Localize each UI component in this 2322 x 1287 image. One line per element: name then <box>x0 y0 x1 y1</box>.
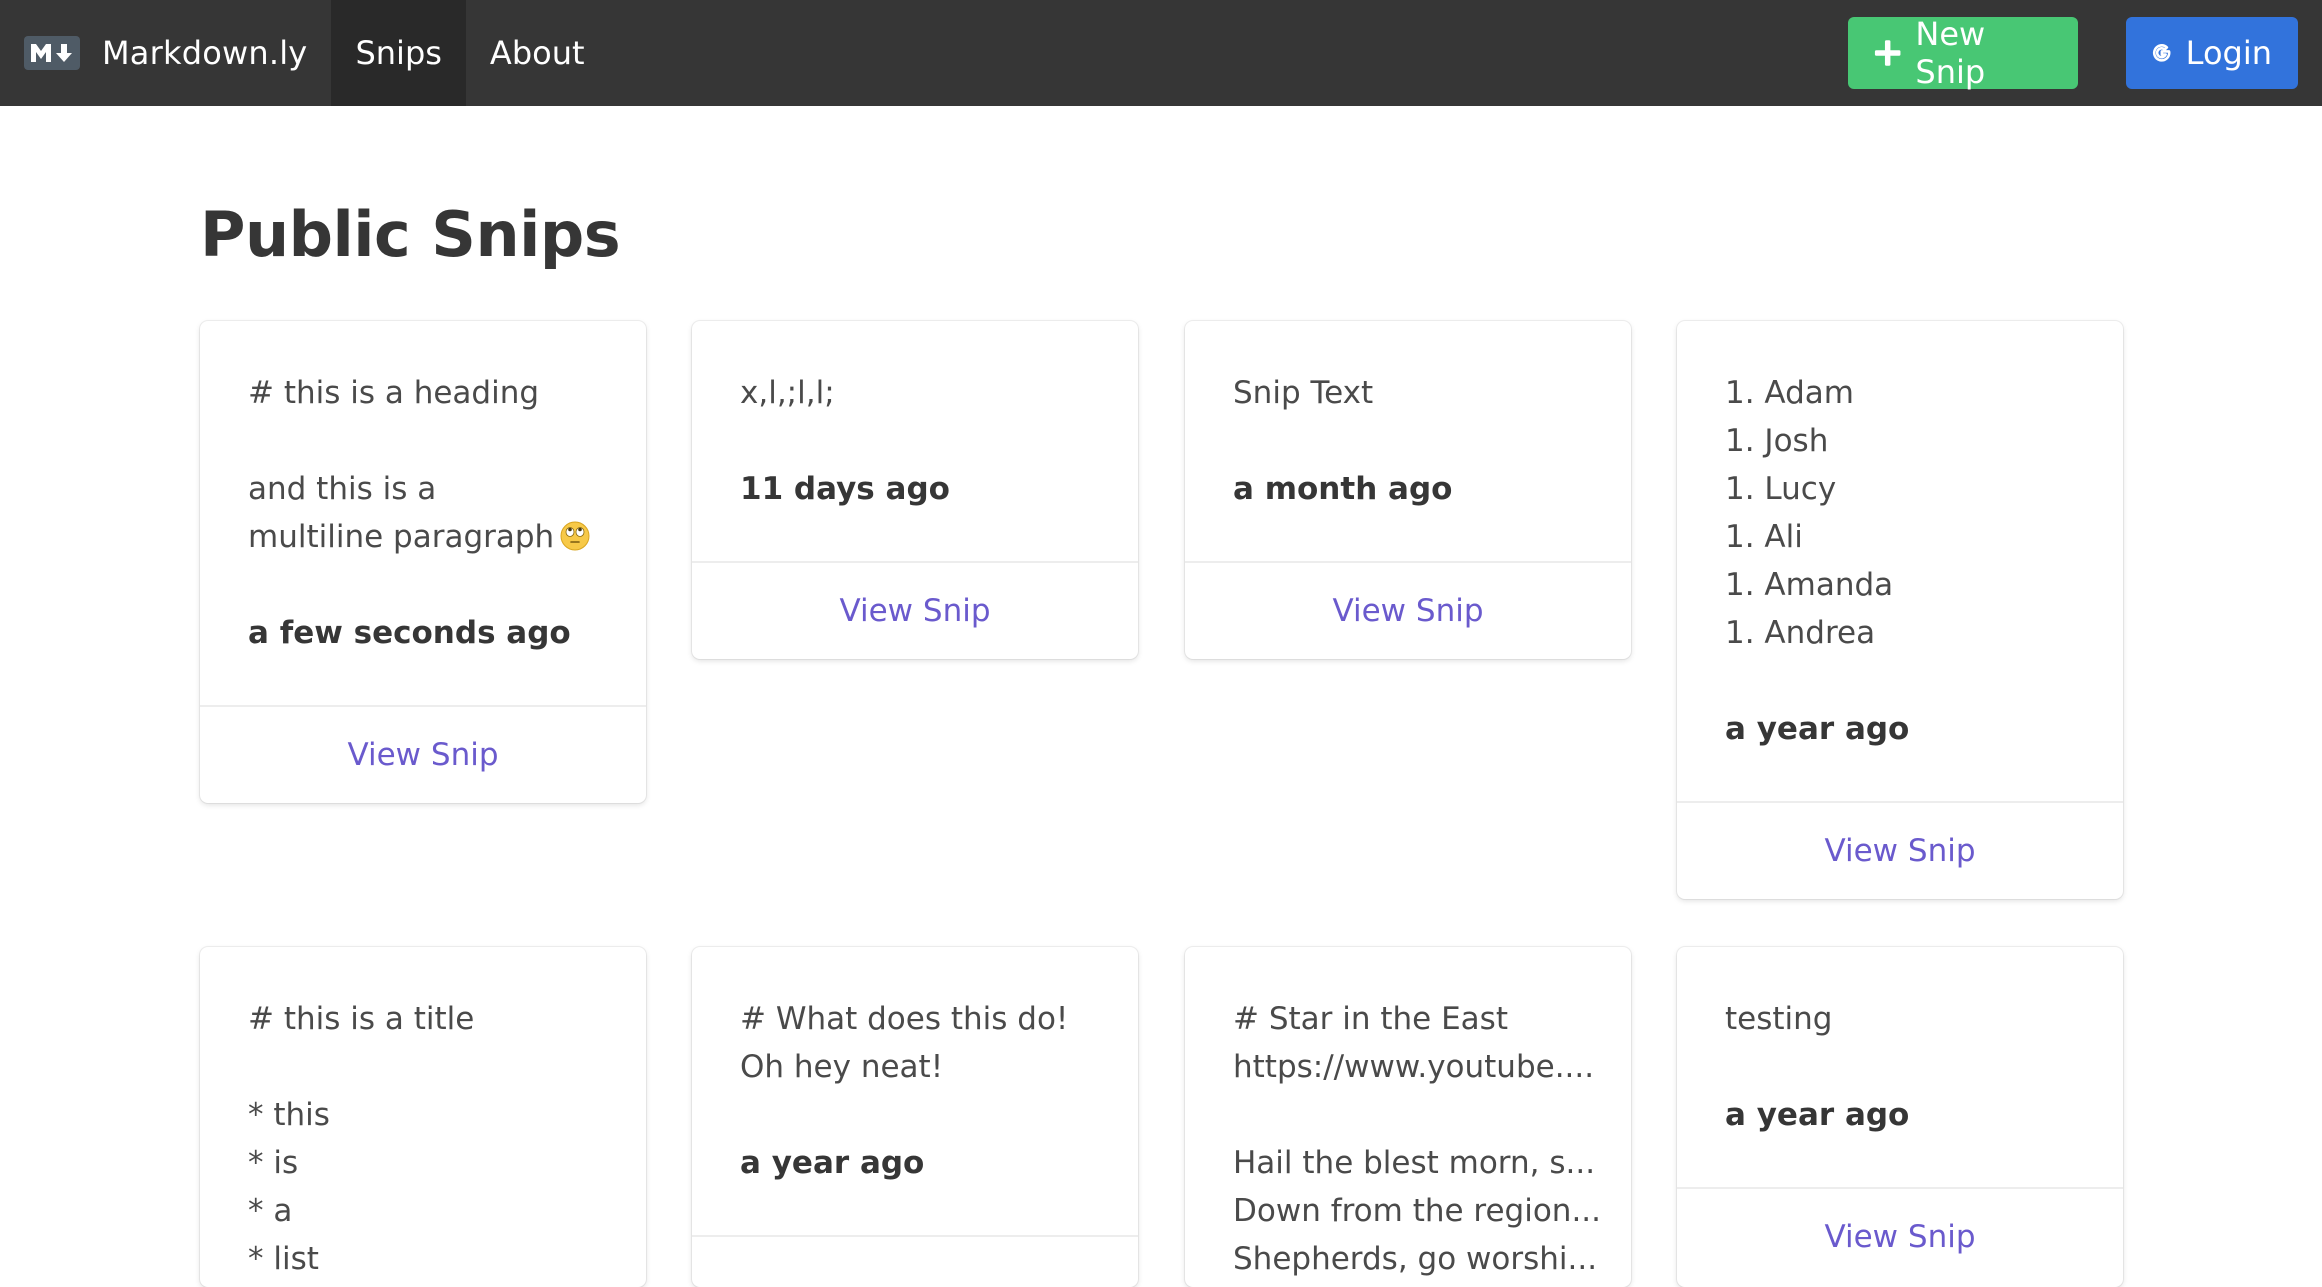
snip-line <box>1233 1091 1583 1139</box>
snip-line: 1. Adam <box>1725 375 1854 411</box>
snip-line: Oh hey neat! <box>740 1049 944 1085</box>
snip-preview: Snip Text a month ago <box>1185 321 1631 561</box>
view-snip-link[interactable]: View Snip <box>1677 1187 2123 1285</box>
snip-timestamp: a month ago <box>1233 471 1453 507</box>
snip-line: # this is a heading <box>248 375 540 411</box>
snip-line: * is <box>248 1145 299 1181</box>
new-snip-label: New Snip <box>1915 15 1986 91</box>
google-g-icon <box>2152 44 2171 62</box>
view-snip-link[interactable]: View Snip <box>200 705 646 803</box>
snip-line: Down from the region... <box>1233 1193 1602 1229</box>
snip-timestamp: a few seconds ago <box>248 615 571 651</box>
snip-line-with-emoji: multiline paragraph <box>248 513 598 561</box>
snip-card: x,l,;l,l; 11 days ago View Snip <box>692 321 1138 659</box>
brand-home-link[interactable]: Markdown.ly <box>0 0 331 106</box>
snip-preview: # this is a title * this * is * a * list <box>200 947 646 1287</box>
brand-name: Markdown.ly <box>102 34 308 72</box>
snip-preview: # this is a heading and this is a multil… <box>200 321 646 705</box>
snip-line: Hail the blest morn, s... <box>1233 1145 1596 1181</box>
login-label: Login <box>2185 34 2272 72</box>
snip-line: 1. Ali <box>1725 519 1803 555</box>
snip-line: 1. Lucy <box>1725 471 1837 507</box>
snip-line: # What does this do! <box>740 1001 1069 1037</box>
snip-line: 1. Amanda <box>1725 567 1894 603</box>
snip-card: # What does this do! Oh hey neat! a year… <box>692 947 1138 1287</box>
snip-card: # Star in the East https://www.youtube..… <box>1185 947 1631 1287</box>
snip-line: 1. Andrea <box>1725 615 1876 651</box>
snip-line: https://www.youtube.... <box>1233 1049 1595 1085</box>
nav-item-snips[interactable]: Snips <box>331 0 466 106</box>
snip-line: Shepherds, go worshi... <box>1233 1241 1598 1277</box>
snip-timestamp: a year ago <box>1725 711 1910 747</box>
nav-item-about[interactable]: About <box>466 0 609 106</box>
face-with-rolling-eyes-icon <box>560 521 590 551</box>
top-navbar: Markdown.ly Snips About New Snip Login <box>0 0 2322 106</box>
snip-line: x,l,;l,l; <box>740 375 835 411</box>
new-snip-button[interactable]: New Snip <box>1848 15 2078 91</box>
view-snip-link[interactable]: View Snip <box>692 561 1138 659</box>
view-snip-link[interactable]: View Snip <box>1185 561 1631 659</box>
snip-card: testing a year ago View Snip <box>1677 947 2123 1287</box>
snip-line: testing <box>1725 1001 1833 1037</box>
snip-line: 1. Josh <box>1725 423 1829 459</box>
snip-card: 1. Adam 1. Josh 1. Lucy 1. Ali 1. Amanda… <box>1677 321 2123 899</box>
plus-icon <box>1874 40 1901 66</box>
snip-card: # this is a heading and this is a multil… <box>200 321 646 803</box>
snip-preview: 1. Adam 1. Josh 1. Lucy 1. Ali 1. Amanda… <box>1677 321 2123 801</box>
snip-line: # Star in the East <box>1233 1001 1508 1037</box>
snip-preview: x,l,;l,l; 11 days ago <box>692 321 1138 561</box>
snip-line: # this is a title <box>248 1001 475 1037</box>
snip-line: * this <box>248 1097 330 1133</box>
snip-line: and this is a <box>248 471 437 507</box>
snip-card: # this is a title * this * is * a * list <box>200 947 646 1287</box>
snip-line: * list <box>248 1241 319 1277</box>
login-button[interactable]: Login <box>2126 17 2298 89</box>
markdown-logo-icon <box>24 36 80 70</box>
navbar-actions: New Snip Login <box>1848 0 2322 106</box>
snip-timestamp: a year ago <box>740 1145 925 1181</box>
view-snip-link[interactable]: View Snip <box>1677 801 2123 899</box>
snip-line <box>248 1043 598 1091</box>
snip-timestamp: a year ago <box>1725 1097 1910 1133</box>
snip-line-text: multiline paragraph <box>248 519 555 555</box>
snip-preview: testing a year ago <box>1677 947 2123 1187</box>
snip-preview: # Star in the East https://www.youtube..… <box>1185 947 1631 1287</box>
view-snip-link[interactable] <box>692 1235 1138 1287</box>
snip-timestamp: 11 days ago <box>740 471 950 507</box>
snip-preview: # What does this do! Oh hey neat! a year… <box>692 947 1138 1235</box>
snip-line: * a <box>248 1193 293 1229</box>
snip-line <box>248 417 598 465</box>
page-title: Public Snips <box>200 198 621 271</box>
snip-card: Snip Text a month ago View Snip <box>1185 321 1631 659</box>
snip-line: Snip Text <box>1233 375 1374 411</box>
